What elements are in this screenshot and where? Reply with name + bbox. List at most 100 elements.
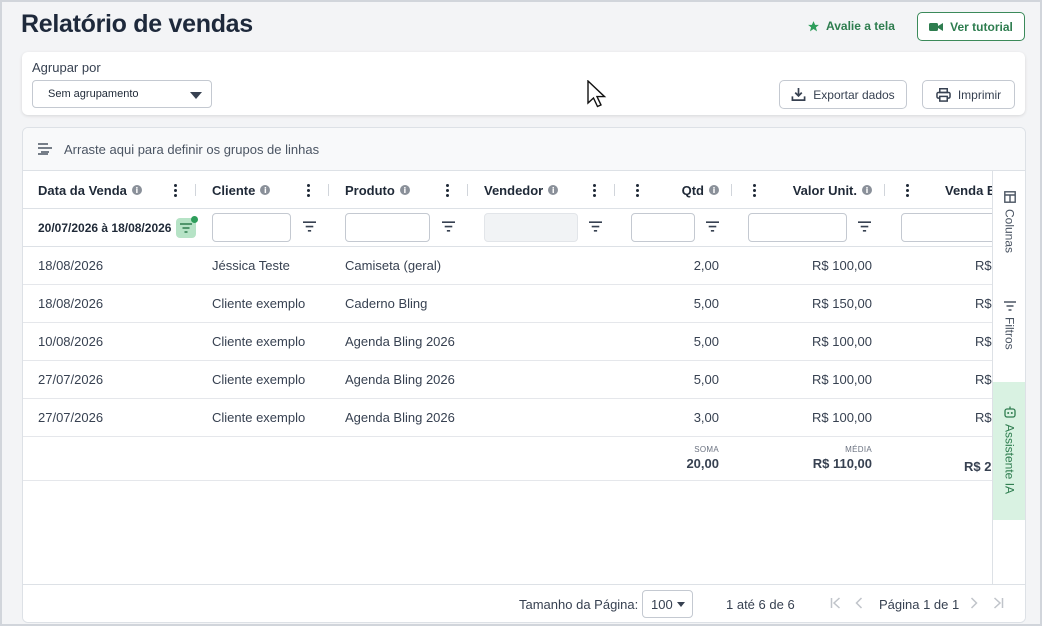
cell-date: 27/07/2026 xyxy=(38,410,104,425)
first-page-icon[interactable] xyxy=(830,597,841,609)
rate-screen-label: Avalie a tela xyxy=(826,19,895,33)
column-separator[interactable] xyxy=(195,184,196,196)
info-icon: i xyxy=(548,185,559,195)
download-icon xyxy=(791,87,806,101)
qty-aggregate: SOMA 20,00 xyxy=(631,445,719,471)
sale-aggregate: R$ 2 xyxy=(964,457,993,474)
date-range-filter[interactable]: 20/07/2026 à 18/08/2026 xyxy=(38,221,171,235)
sale-filter-input[interactable] xyxy=(901,213,993,242)
print-button[interactable]: Imprimir xyxy=(922,80,1015,109)
tab-columns[interactable]: Colunas xyxy=(993,191,1025,271)
sales-report-grid: Arraste aqui para definir os grupos de l… xyxy=(22,127,1026,623)
cell-product: Caderno Bling xyxy=(345,296,428,311)
cell-sale: R$ xyxy=(975,372,992,387)
table-row[interactable]: 27/07/2026 Cliente exemplo Agenda Bling … xyxy=(23,399,993,437)
filter-icon[interactable] xyxy=(589,221,602,232)
mouse-pointer-icon xyxy=(587,80,607,108)
next-page-icon[interactable] xyxy=(970,597,978,609)
column-menu-icon[interactable] xyxy=(636,184,640,197)
row-group-drop-zone[interactable]: Arraste aqui para definir os grupos de l… xyxy=(23,128,1025,171)
column-title: Valor Unit. xyxy=(792,182,857,198)
column-header-date[interactable]: Data da Venda i xyxy=(38,171,142,209)
column-menu-icon[interactable] xyxy=(906,184,910,197)
rate-screen-button[interactable]: Avalie a tela xyxy=(807,16,895,36)
export-data-label: Exportar dados xyxy=(813,87,895,102)
group-rows-icon xyxy=(38,143,52,155)
column-title: Produto xyxy=(345,182,395,198)
info-icon: i xyxy=(131,185,142,195)
aggregation-row: SOMA 20,00 MÉDIA R$ 110,00 R$ 2 xyxy=(23,437,993,481)
filter-icon[interactable] xyxy=(303,221,316,232)
cell-date: 18/08/2026 xyxy=(38,258,104,273)
column-menu-icon[interactable] xyxy=(446,184,450,197)
cell-unit-value: R$ 100,00 xyxy=(812,372,872,387)
column-menu-icon[interactable] xyxy=(307,184,311,197)
filter-icon[interactable] xyxy=(858,221,871,232)
info-icon: i xyxy=(709,185,719,195)
column-header-client[interactable]: Cliente i xyxy=(212,171,271,209)
column-separator[interactable] xyxy=(731,184,732,196)
table-row[interactable]: 18/08/2026 Cliente exemplo Caderno Bling… xyxy=(23,285,993,323)
column-separator[interactable] xyxy=(328,184,329,196)
client-filter-input[interactable] xyxy=(212,213,291,242)
aggregate-value: R$ 2 xyxy=(964,459,992,474)
cell-qty: 5,00 xyxy=(693,296,719,311)
column-title: Qtd xyxy=(681,182,704,198)
qty-filter-input[interactable] xyxy=(631,213,695,242)
page-size-select[interactable]: 100 xyxy=(642,590,693,618)
last-page-icon[interactable] xyxy=(993,597,1004,609)
info-icon: i xyxy=(399,185,410,195)
column-menu-icon[interactable] xyxy=(174,184,178,197)
cell-date: 27/07/2026 xyxy=(38,372,104,387)
table-row[interactable]: 18/08/2026 Jéssica Teste Camiseta (geral… xyxy=(23,247,993,285)
column-separator[interactable] xyxy=(884,184,885,196)
table-row[interactable]: 10/08/2026 Cliente exemplo Agenda Bling … xyxy=(23,323,993,361)
cell-sale: R$ xyxy=(975,334,992,349)
grouping-selected-value: Sem agrupamento xyxy=(48,88,139,100)
export-data-button[interactable]: Exportar dados xyxy=(779,80,907,109)
column-title: Data da Venda xyxy=(38,182,127,198)
cell-date: 18/08/2026 xyxy=(38,296,104,311)
tab-filters[interactable]: Filtros xyxy=(993,301,1025,371)
cell-product: Agenda Bling 2026 xyxy=(345,334,455,349)
grouping-label: Agrupar por xyxy=(32,60,101,75)
column-separator[interactable] xyxy=(614,184,615,196)
column-header-product[interactable]: Produto i xyxy=(345,171,410,209)
product-filter-input[interactable] xyxy=(345,213,430,242)
tutorial-button[interactable]: Ver tutorial xyxy=(917,12,1025,41)
info-icon: i xyxy=(862,185,872,195)
grouping-panel: Agrupar por Sem agrupamento Exportar dad… xyxy=(22,52,1025,115)
previous-page-icon[interactable] xyxy=(855,597,863,609)
table-row[interactable]: 27/07/2026 Cliente exemplo Agenda Bling … xyxy=(23,361,993,399)
grid-body: Data da Venda i Cliente i Produto i Vendedo… xyxy=(23,171,993,584)
columns-icon xyxy=(1003,191,1016,203)
column-title: Vendedor xyxy=(484,182,544,198)
tutorial-label: Ver tutorial xyxy=(950,19,1013,34)
caret-down-icon xyxy=(676,601,685,607)
cell-client: Cliente exemplo xyxy=(212,296,306,311)
unit-value-filter-input[interactable] xyxy=(748,213,847,242)
filter-icon[interactable] xyxy=(706,221,719,232)
tab-ai-assistant-label: Assistente IA xyxy=(1002,424,1017,495)
column-menu-icon[interactable] xyxy=(593,184,597,197)
cell-unit-value: R$ 100,00 xyxy=(812,410,872,425)
tab-ai-assistant[interactable]: Assistente IA xyxy=(993,382,1025,520)
column-menu-icon[interactable] xyxy=(753,184,757,197)
grouping-select[interactable]: Sem agrupamento xyxy=(32,80,212,108)
filter-row: 20/07/2026 à 18/08/2026 xyxy=(23,209,993,247)
row-range: 1 até 6 de 6 xyxy=(726,597,795,612)
column-header-sale[interactable]: Venda B xyxy=(945,171,993,209)
column-header-qty[interactable]: Qtd i xyxy=(663,171,719,209)
cell-client: Cliente exemplo xyxy=(212,334,306,349)
date-filter-active-badge[interactable] xyxy=(176,216,198,238)
column-header-unit-value[interactable]: Valor Unit. i xyxy=(773,171,872,209)
column-header-seller[interactable]: Vendedor i xyxy=(484,171,559,209)
column-separator[interactable] xyxy=(467,184,468,196)
filter-icon[interactable] xyxy=(442,221,455,232)
aggregate-label: MÉDIA xyxy=(845,445,872,454)
cell-date: 10/08/2026 xyxy=(38,334,104,349)
aggregate-label: SOMA xyxy=(694,445,719,454)
header-row: Data da Venda i Cliente i Produto i Vendedo… xyxy=(23,171,993,209)
cell-unit-value: R$ 100,00 xyxy=(812,258,872,273)
tab-filters-label: Filtros xyxy=(1002,317,1017,350)
